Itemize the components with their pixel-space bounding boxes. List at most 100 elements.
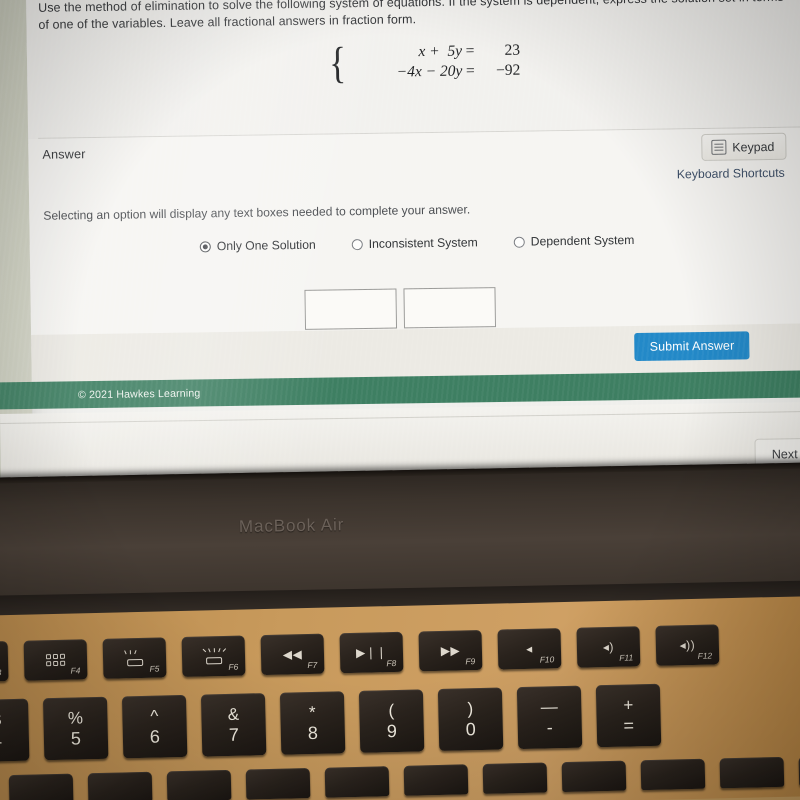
play-pause-icon: ▶❘❘ bbox=[355, 645, 388, 660]
key-primary-label: - bbox=[546, 716, 554, 737]
macbook-air-logo-text: MacBook Air bbox=[238, 515, 345, 537]
key-f11[interactable]: ◂) F11 bbox=[576, 626, 641, 668]
key-6[interactable]: ^ 6 bbox=[121, 694, 188, 759]
key-letter-row[interactable] bbox=[640, 758, 706, 791]
equation-lhs: x + 5y bbox=[418, 42, 463, 61]
key-shift-label: — bbox=[540, 696, 559, 717]
key-f8[interactable]: ▶❘❘ F8 bbox=[339, 631, 404, 674]
key-label: F6 bbox=[228, 661, 239, 672]
radio-option-only-one-solution[interactable]: Only One Solution bbox=[199, 237, 316, 254]
key-f10[interactable]: ◂ F10 bbox=[497, 628, 562, 670]
volume-down-icon: ◂) bbox=[602, 639, 615, 655]
radio-label: Dependent System bbox=[530, 233, 635, 249]
submit-answer-button[interactable]: Submit Answer bbox=[634, 331, 750, 362]
key-f7[interactable]: ◀◀ F7 bbox=[260, 633, 325, 676]
laptop-keyboard: ▭▭F3 F4 F5 F6 ◀◀ F7 ▶❘❘F8 ▶▶ F9 ◂ F10 ◂) F11 ◂))F12 $4… bbox=[0, 595, 800, 800]
key-shift-label: ( bbox=[388, 700, 395, 720]
key-primary-label: 6 bbox=[149, 726, 161, 747]
radio-button-icon[interactable] bbox=[351, 238, 363, 250]
keypad-button[interactable]: Keypad bbox=[701, 132, 787, 161]
key-letter-row[interactable] bbox=[245, 768, 311, 800]
answer-input-y[interactable] bbox=[403, 287, 497, 329]
key-shift-label: & bbox=[227, 704, 240, 724]
radio-button-icon[interactable] bbox=[513, 236, 525, 248]
radio-option-dependent-system[interactable]: Dependent System bbox=[513, 233, 635, 249]
key-letter-row[interactable] bbox=[87, 771, 153, 800]
keyboard-brightness-down-icon bbox=[121, 650, 147, 667]
answer-hint-text: Selecting an option will display any tex… bbox=[43, 202, 471, 223]
radio-label: Only One Solution bbox=[216, 237, 316, 254]
radio-button-selected-icon[interactable] bbox=[199, 240, 211, 252]
key-letter-row[interactable] bbox=[561, 760, 627, 793]
equation-equals: = bbox=[465, 42, 475, 60]
key-f3[interactable]: ▭▭F3 bbox=[0, 641, 9, 683]
key-letter-row[interactable] bbox=[166, 769, 232, 800]
bottom-divider bbox=[0, 411, 800, 424]
equation-rhs: 23 bbox=[504, 41, 521, 59]
keyboard-shortcuts-link[interactable]: Keyboard Shortcuts bbox=[677, 166, 785, 182]
launchpad-grid-icon bbox=[45, 653, 66, 667]
key-shift-label: $ bbox=[0, 710, 1, 729]
fast-forward-icon: ▶▶ bbox=[440, 643, 461, 658]
key-label: F7 bbox=[307, 659, 318, 671]
copyright-text: © 2021 Hawkes Learning bbox=[77, 386, 201, 401]
key-shift-label: * bbox=[308, 702, 316, 722]
key-f12[interactable]: ◂)) F12 bbox=[655, 624, 720, 666]
key-f6[interactable]: F6 bbox=[181, 635, 246, 678]
answer-input-group bbox=[304, 287, 497, 330]
key-label: F10 bbox=[539, 654, 555, 665]
answer-input-x[interactable] bbox=[304, 288, 398, 330]
system-of-equations: { x + 5y = 23 −4x − 20y = −92 bbox=[327, 38, 521, 88]
key-f9[interactable]: ▶▶ F9 bbox=[418, 629, 483, 672]
key-label: F8 bbox=[386, 657, 397, 669]
radio-option-inconsistent-system[interactable]: Inconsistent System bbox=[351, 235, 478, 251]
key-f5[interactable]: F5 bbox=[102, 637, 167, 679]
key-primary-label: 8 bbox=[307, 722, 319, 743]
key-label: F3 bbox=[0, 667, 1, 677]
question-card: Use the method of elimination to solve t… bbox=[26, 0, 800, 139]
equation-equals: = bbox=[465, 62, 475, 80]
key-9[interactable]: (9 bbox=[358, 689, 425, 753]
equation-row: −4x − 20y = −92 bbox=[350, 61, 521, 84]
key-letter-row[interactable] bbox=[8, 773, 74, 800]
key--[interactable]: — - bbox=[516, 685, 583, 750]
key-primary-label: 0 bbox=[465, 718, 477, 739]
key-8[interactable]: * 8 bbox=[279, 691, 346, 755]
key-label: F4 bbox=[70, 665, 81, 676]
system-brace-icon: { bbox=[328, 38, 347, 88]
key-letter-row[interactable] bbox=[482, 762, 548, 794]
rewind-icon: ◀◀ bbox=[282, 647, 303, 662]
keyboard-brightness-up-icon bbox=[200, 648, 226, 665]
solution-type-radio-group: Only One Solution Inconsistent System De… bbox=[199, 233, 635, 254]
key-letter-row[interactable] bbox=[403, 764, 469, 796]
volume-up-icon: ◂)) bbox=[679, 637, 696, 653]
key-label: F12 bbox=[697, 650, 713, 661]
mute-icon: ◂ bbox=[525, 641, 533, 656]
laptop-screen-area: Use the method of elimination to solve t… bbox=[0, 0, 800, 498]
radio-label: Inconsistent System bbox=[368, 235, 478, 251]
photo-of-laptop-screen: Use the method of elimination to solve t… bbox=[0, 0, 800, 800]
key-4[interactable]: $4 bbox=[0, 698, 30, 763]
key-shift-label: ) bbox=[467, 698, 474, 718]
key-shift-label: + bbox=[623, 694, 634, 715]
key-7[interactable]: & 7 bbox=[200, 693, 267, 757]
calculator-icon bbox=[711, 139, 727, 155]
key-=[interactable]: + = bbox=[595, 683, 662, 748]
key-letter-row[interactable] bbox=[719, 756, 785, 789]
answer-card: Answer Keypad Keyboard Shortcuts Selecti… bbox=[28, 127, 800, 335]
key-primary-label: = bbox=[623, 714, 635, 736]
key-0[interactable]: ) 0 bbox=[437, 687, 504, 751]
key-primary-label: 7 bbox=[228, 724, 240, 745]
key-label: F5 bbox=[149, 663, 160, 674]
keypad-button-label: Keypad bbox=[732, 139, 775, 155]
equation-row: x + 5y = 23 bbox=[350, 41, 520, 64]
equation-rhs: −92 bbox=[495, 61, 521, 80]
key-label: F9 bbox=[465, 656, 476, 667]
key-letter-row[interactable] bbox=[324, 766, 390, 798]
answer-heading: Answer bbox=[42, 147, 86, 162]
key-primary-label: 5 bbox=[70, 727, 82, 749]
key-5[interactable]: % 5 bbox=[42, 696, 109, 761]
question-prompt: Use the method of elimination to solve t… bbox=[38, 0, 784, 32]
key-f4[interactable]: F4 bbox=[23, 639, 88, 681]
key-primary-label: 9 bbox=[386, 720, 398, 741]
